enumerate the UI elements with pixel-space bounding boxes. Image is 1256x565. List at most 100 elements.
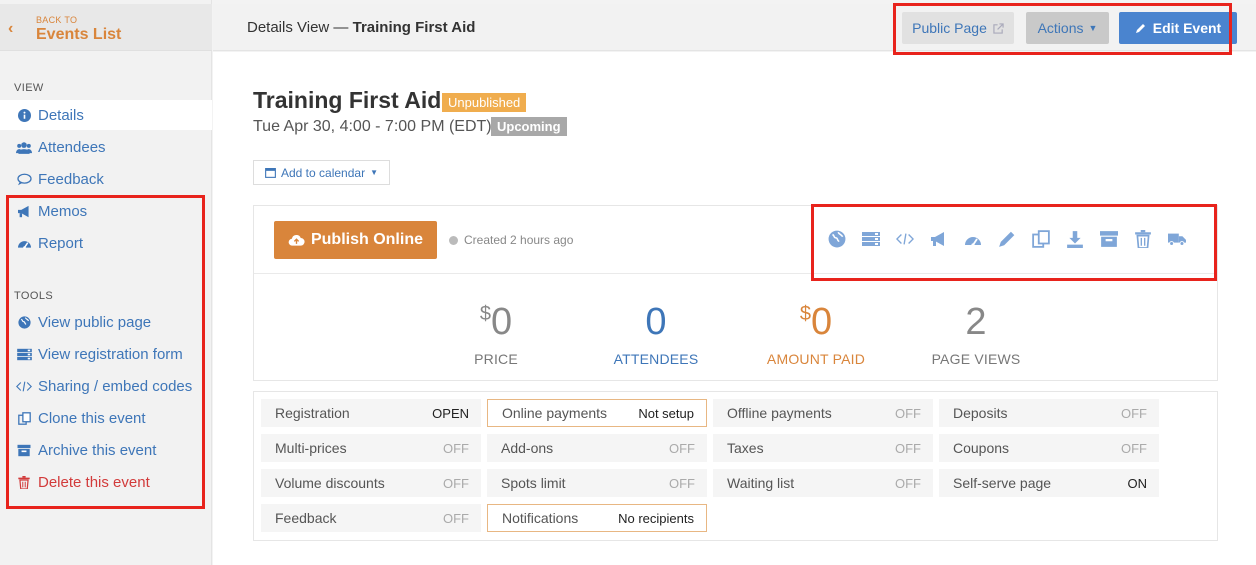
clone-icon xyxy=(1032,229,1050,251)
setting-value: No recipients xyxy=(618,510,694,526)
setting-label: Volume discounts xyxy=(275,475,385,491)
archive-icon xyxy=(16,444,32,457)
event-title: Training First Aid xyxy=(253,87,442,113)
trash-icon xyxy=(1134,229,1152,251)
stat-value: 2 xyxy=(965,301,987,343)
setting-value: OFF xyxy=(895,440,921,456)
setting-label: Add-ons xyxy=(501,440,554,456)
sidebar-item-label: Delete this event xyxy=(38,473,150,491)
actions-dropdown-button[interactable]: Actions ▼ xyxy=(1026,12,1109,44)
sidebar-item-clone-this-event[interactable]: Clone this event xyxy=(0,403,212,433)
stat-label: PRICE xyxy=(474,351,518,367)
sidebar-item-label: Memos xyxy=(38,202,88,220)
form-icon xyxy=(862,230,880,251)
truck-icon xyxy=(1168,230,1186,251)
setting-spots-limit[interactable]: Spots limit OFF xyxy=(487,469,707,497)
breadcrumb-title: Training First Aid xyxy=(352,19,476,36)
sidebar-item-memos[interactable]: Memos xyxy=(0,196,212,226)
setting-label: Registration xyxy=(275,405,350,421)
sidebar-item-archive-this-event[interactable]: Archive this event xyxy=(0,435,212,465)
sidebar-item-delete-this-event[interactable]: Delete this event xyxy=(0,467,212,497)
setting-add-ons[interactable]: Add-ons OFF xyxy=(487,434,707,462)
timing-badge: Upcoming xyxy=(491,117,567,136)
setting-online-payments[interactable]: Online payments Not setup xyxy=(487,399,707,427)
public-page-label: Public Page xyxy=(912,20,987,36)
status-badge: Unpublished xyxy=(442,93,527,112)
users-icon xyxy=(16,141,32,154)
sidebar-item-report[interactable]: Report xyxy=(0,228,212,258)
setting-volume-discounts[interactable]: Volume discounts OFF xyxy=(261,469,481,497)
archive-icon xyxy=(1100,230,1118,251)
setting-taxes[interactable]: Taxes OFF xyxy=(713,434,933,462)
setting-multi-prices[interactable]: Multi-prices OFF xyxy=(261,434,481,462)
breadcrumb: Details View — Training First Aid xyxy=(247,19,475,36)
actions-label: Actions xyxy=(1037,20,1084,36)
sidebar-item-details[interactable]: Details xyxy=(0,100,212,130)
setting-value: OPEN xyxy=(432,405,469,421)
dashboard-icon xyxy=(16,237,32,250)
toolbar-clone[interactable] xyxy=(1024,229,1058,251)
add-to-calendar-label: Add to calendar xyxy=(281,165,366,180)
event-summary-panel: Publish Online Created 2 hours ago $0 PR… xyxy=(253,205,1218,381)
sidebar-item-label: Sharing / embed codes xyxy=(38,377,193,395)
sidebar-item-sharing-embed-codes[interactable]: Sharing / embed codes xyxy=(0,371,212,401)
setting-self-serve-page[interactable]: Self-serve page ON xyxy=(939,469,1159,497)
setting-label: Deposits xyxy=(953,405,1008,421)
toolbar-view-public-page[interactable] xyxy=(820,230,854,250)
stat-value: 0 xyxy=(645,301,667,343)
stat-label: ATTENDEES xyxy=(613,351,699,367)
setting-label: Taxes xyxy=(727,440,764,456)
setting-value: ON xyxy=(1127,475,1148,491)
setting-coupons[interactable]: Coupons OFF xyxy=(939,434,1159,462)
add-to-calendar-button[interactable]: Add to calendar ▼ xyxy=(253,160,390,185)
setting-waiting-list[interactable]: Waiting list OFF xyxy=(713,469,933,497)
setting-notifications[interactable]: Notifications No recipients xyxy=(487,504,707,532)
stat-attendees[interactable]: 0 ATTENDEES xyxy=(576,293,736,367)
toolbar-archive[interactable] xyxy=(1092,230,1126,250)
trash-icon xyxy=(16,475,32,489)
setting-feedback[interactable]: Feedback OFF xyxy=(261,504,481,532)
sidebar-item-view-registration-form[interactable]: View registration form xyxy=(0,339,212,369)
info-icon xyxy=(16,108,32,122)
setting-offline-payments[interactable]: Offline payments OFF xyxy=(713,399,933,427)
back-to-label: BACK TO xyxy=(36,15,78,25)
setting-label: Spots limit xyxy=(501,475,566,491)
toolbar-delete[interactable] xyxy=(1126,229,1160,251)
sidebar-item-label: Clone this event xyxy=(38,409,146,427)
dashboard-icon xyxy=(964,230,982,251)
toolbar-embed-codes[interactable] xyxy=(888,230,922,250)
comment-icon xyxy=(16,173,32,186)
stat-label: PAGE VIEWS xyxy=(931,351,1021,367)
toolbar-shipping[interactable] xyxy=(1160,230,1194,250)
setting-value: OFF xyxy=(669,440,695,456)
top-bar: Details View — Training First Aid Public… xyxy=(213,4,1256,51)
sidebar-item-label: Details xyxy=(38,106,84,124)
created-label: Created 2 hours ago xyxy=(464,233,574,247)
back-to-events-list[interactable]: ‹ BACK TO Events List xyxy=(0,4,212,51)
toolbar-memos[interactable] xyxy=(922,230,956,250)
setting-value: Not setup xyxy=(638,405,694,421)
toolbar-registration-form[interactable] xyxy=(854,230,888,250)
toolbar-edit[interactable] xyxy=(990,230,1024,250)
sidebar-item-attendees[interactable]: Attendees xyxy=(0,132,212,162)
toolbar-report[interactable] xyxy=(956,230,990,250)
edit-event-button[interactable]: Edit Event xyxy=(1119,12,1237,44)
sidebar-item-feedback[interactable]: Feedback xyxy=(0,164,212,194)
setting-label: Multi-prices xyxy=(275,440,347,456)
caret-down-icon: ▼ xyxy=(1088,23,1098,33)
download-icon xyxy=(1066,230,1084,251)
setting-label: Notifications xyxy=(502,510,579,526)
public-page-button[interactable]: Public Page xyxy=(902,12,1014,44)
setting-registration[interactable]: Registration OPEN xyxy=(261,399,481,427)
setting-value: OFF xyxy=(895,475,921,491)
toolbar-download[interactable] xyxy=(1058,230,1092,250)
publish-online-button[interactable]: Publish Online xyxy=(274,221,437,259)
sidebar-item-view-public-page[interactable]: View public page xyxy=(0,307,212,337)
publish-online-label: Publish Online xyxy=(310,231,423,248)
events-list-label: Events List xyxy=(36,26,122,43)
breadcrumb-prefix: Details View — xyxy=(247,19,349,36)
setting-value: OFF xyxy=(443,475,469,491)
sidebar-item-label: View public page xyxy=(38,313,152,331)
setting-label: Coupons xyxy=(953,440,1010,456)
setting-deposits[interactable]: Deposits OFF xyxy=(939,399,1159,427)
